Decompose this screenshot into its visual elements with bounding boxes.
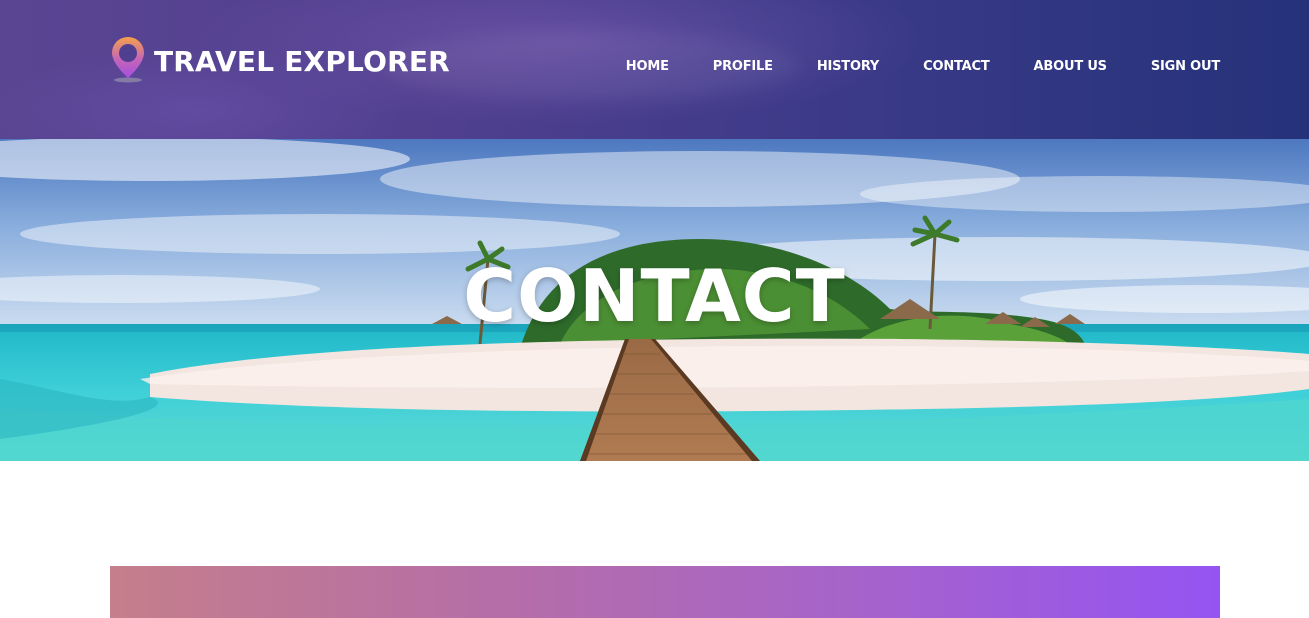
nav-history[interactable]: HISTORY	[817, 59, 880, 74]
page-title: CONTACT	[463, 254, 846, 338]
hero-banner: CONTACT	[0, 139, 1309, 461]
site-header: TRAVEL EXPLORER HOME PROFILE HISTORY CON…	[0, 0, 1309, 139]
brand-title: TRAVEL EXPLORER	[154, 45, 450, 78]
contact-form-header-bar	[110, 566, 1220, 618]
nav-home[interactable]: HOME	[626, 59, 669, 74]
brand-logo[interactable]: TRAVEL EXPLORER	[110, 34, 450, 84]
nav-sign-out[interactable]: SIGN OUT	[1151, 59, 1220, 74]
main-nav: HOME PROFILE HISTORY CONTACT ABOUT US SI…	[626, 59, 1220, 74]
map-pin-icon	[112, 37, 144, 83]
nav-profile[interactable]: PROFILE	[713, 59, 773, 74]
nav-contact[interactable]: CONTACT	[923, 59, 990, 74]
nav-about-us[interactable]: ABOUT US	[1034, 59, 1107, 74]
